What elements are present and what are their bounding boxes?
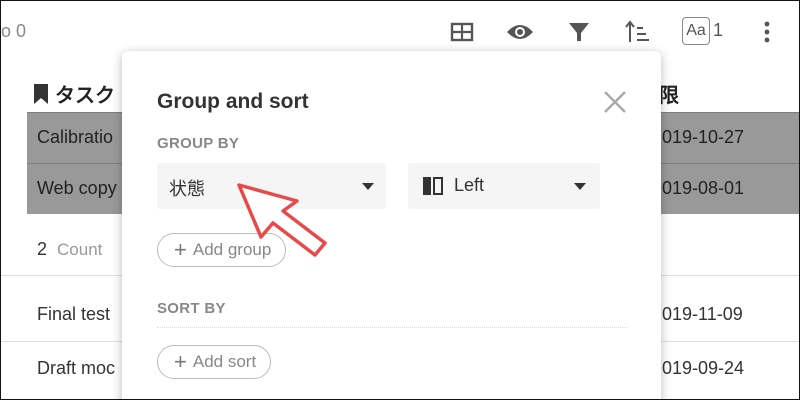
task-date: 019-08-01 — [662, 178, 745, 198]
task-name: Web copy — [37, 178, 117, 198]
chevron-down-icon — [574, 183, 586, 190]
column-header-deadline[interactable]: 限 — [659, 79, 679, 108]
count-label: Count — [57, 240, 103, 259]
plus-icon: + — [174, 349, 187, 374]
task-name: Draft moc — [37, 358, 116, 378]
column-header-task-label: タスク — [55, 85, 115, 107]
table-icon[interactable] — [447, 17, 477, 47]
chevron-down-icon — [362, 183, 374, 190]
text-size-value: 1 — [713, 20, 724, 40]
toolbar-left-text: o 0 — [1, 21, 27, 41]
close-icon[interactable] — [600, 87, 630, 117]
group-field-value: 状態 — [169, 179, 205, 199]
board-view: o 0 Aa 1 タスク 限 Calibratio 019-10-27 Web … — [0, 0, 800, 400]
add-sort-button[interactable]: + Add sort — [157, 345, 272, 379]
bookmark-icon — [34, 83, 48, 104]
add-sort-label: Add sort — [192, 352, 257, 371]
group-by-label: GROUP BY — [157, 135, 240, 152]
task-date: 019-09-24 — [662, 358, 745, 378]
count-value: 2 — [37, 239, 48, 259]
sort-icon[interactable] — [623, 17, 653, 47]
dialog-title: Group and sort — [157, 90, 309, 113]
pointer-arrow-icon — [237, 183, 327, 257]
text-size-icon[interactable]: Aa — [682, 17, 710, 45]
column-header-task[interactable]: タスク — [33, 79, 115, 108]
group-position-select[interactable]: Left — [408, 163, 600, 209]
group-position-value: Left — [454, 175, 485, 195]
task-name: Final test — [37, 304, 111, 324]
group-count: 2 Count — [37, 239, 102, 260]
filter-icon[interactable] — [564, 17, 594, 47]
column-layout-icon — [422, 176, 444, 201]
plus-icon: + — [174, 237, 187, 262]
task-date: 019-11-09 — [662, 304, 743, 324]
divider — [157, 327, 627, 328]
group-and-sort-dialog: Group and sort GROUP BY 状態 Left + Add gr… — [122, 51, 661, 399]
sort-by-label: SORT BY — [157, 300, 226, 317]
task-date: 019-10-27 — [662, 127, 745, 147]
task-name: Calibratio — [37, 127, 114, 147]
more-vert-icon[interactable] — [752, 17, 782, 47]
eye-icon[interactable] — [505, 17, 535, 47]
